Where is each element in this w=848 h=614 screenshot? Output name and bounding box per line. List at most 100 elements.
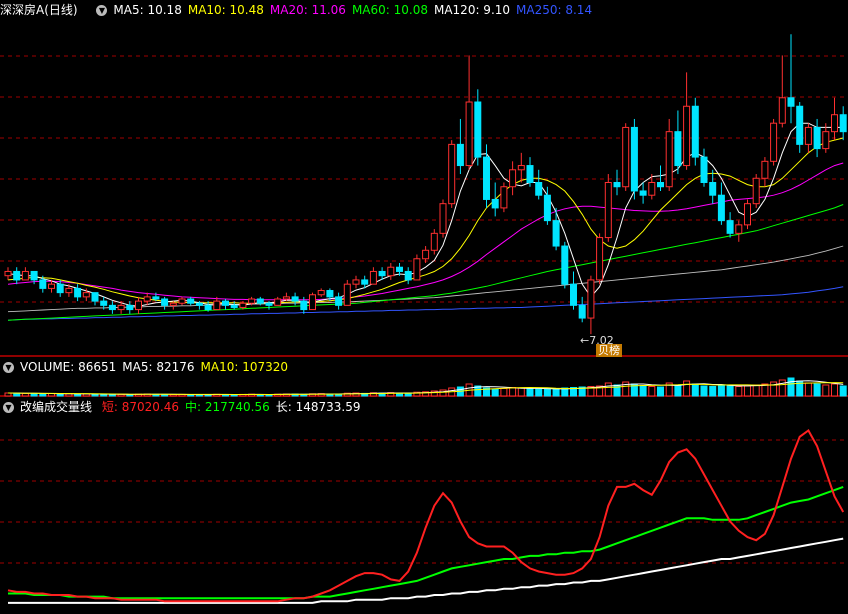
candle-body [543,194,551,222]
ma20-line [7,162,844,301]
candle-body [630,126,638,192]
candle-69 [604,174,612,242]
indicator-long-line [8,537,844,604]
stock-title[interactable]: 深深房A(日线) [0,3,87,17]
candle-85 [744,199,751,230]
candle-body [204,304,212,311]
candle-21 [187,296,195,306]
candle-61 [535,169,543,200]
volume-bar-95 [831,383,838,397]
candle-body [691,105,699,158]
candle-66 [578,296,586,323]
volume-bar-61 [535,388,543,397]
indicator-name[interactable]: 改编成交量线 [20,400,92,414]
candle-body [570,283,577,306]
volume-bar-75 [657,386,664,397]
volume-bar-63 [552,388,560,397]
candle-31 [274,296,282,306]
candle-42 [369,267,377,285]
volume-bar-73 [639,385,647,397]
volume-bar-80 [700,385,708,397]
candle-body [622,126,630,188]
volume-bar-3 [30,393,38,397]
candle-body [770,122,778,162]
chevron-down-icon[interactable]: ▼ [3,402,14,413]
event-tag[interactable]: 贝榜 [596,344,622,357]
volume-bar-59 [517,387,525,397]
candle-39 [343,279,351,306]
chevron-down-icon[interactable]: ▼ [96,5,108,16]
candle-54 [474,89,482,166]
candle-body [735,224,743,234]
candle-body [648,182,656,196]
candle-body [135,300,142,311]
candle-body [213,300,221,311]
candle-body [126,304,134,311]
candle-body [352,279,360,285]
candle-25 [222,298,229,310]
candle-body [674,131,682,167]
volume-bar-77 [674,384,682,397]
candle-body [500,186,508,209]
candle-body [326,290,334,298]
candle-body [587,279,595,319]
volume-legend-2: MA10: 107320 [200,360,289,374]
chevron-down-icon[interactable]: ▼ [3,362,14,373]
volume-bar-93 [813,383,821,397]
candle-body [74,287,82,298]
candle-body [39,279,47,289]
ma-legend-3: MA60: 10.08 [351,3,428,17]
candle-80 [700,148,708,187]
candle-71 [622,123,630,191]
candle-body [448,143,456,205]
candle-body [21,270,29,281]
volume-legend-items: VOLUME: 86651 MA5: 82176 MA10: 107320 [20,360,294,374]
indicator-lines [7,429,845,604]
candle-70 [613,169,621,196]
candle-83 [726,212,734,238]
ma-legend-4: MA120: 9.10 [433,3,511,17]
candle-body [613,182,621,188]
candle-92 [804,123,812,153]
candle-76 [665,118,673,191]
candle-88 [770,118,778,166]
volume-bar-6 [56,393,64,397]
stock-chart[interactable] [0,0,848,614]
volume-bar-69 [604,382,612,397]
indicator-short-line [7,429,845,603]
candle-40 [352,275,360,289]
candle-body [744,203,751,226]
volume-legend-1: MA5: 82176 [122,360,195,374]
candle-body [839,114,847,133]
candle-51 [448,140,456,208]
volume-bar-85 [744,385,751,397]
candle-body [474,101,482,158]
candle-body [709,182,717,196]
candle-73 [639,182,647,204]
candle-body [230,304,238,308]
volume-bar-81 [709,386,717,397]
candle-body [117,304,125,311]
candle-body [413,258,421,281]
candle-body [422,249,430,260]
candle-56 [491,182,499,217]
indicator-mid-line [8,485,844,600]
candle-body [430,232,438,251]
candle-body [265,302,273,306]
candle-91 [796,102,804,153]
candle-body [483,156,490,200]
candle-60 [526,157,534,187]
candle-77 [674,110,682,175]
volume-bar-4 [39,393,47,397]
volume-bar-58 [509,387,517,397]
candle-14 [126,301,134,314]
candle-body [717,194,725,222]
candle-79 [691,97,699,166]
candle-body [491,198,499,209]
candle-body [439,203,447,234]
candle-body [239,302,247,308]
candle-36 [317,288,325,297]
candle-body [604,182,612,239]
volume-bar-56 [491,388,499,397]
candle-body [526,165,534,184]
